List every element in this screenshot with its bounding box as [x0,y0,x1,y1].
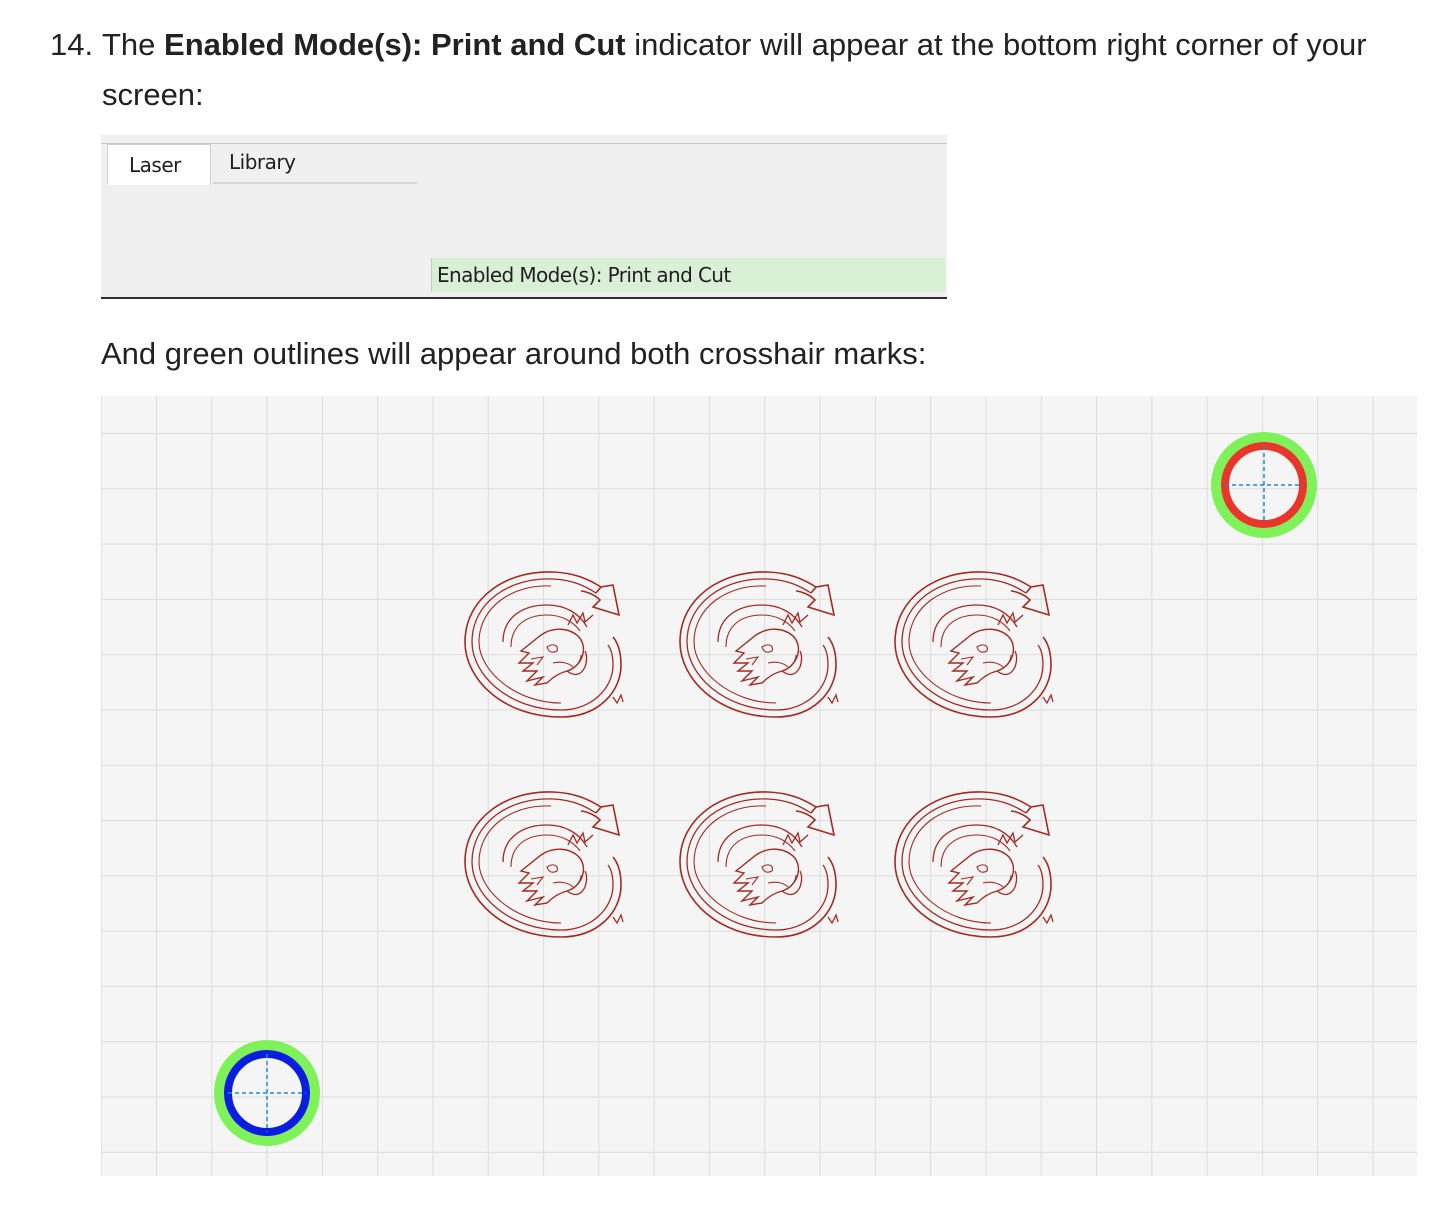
dragon-design[interactable] [677,786,839,938]
canvas-drawing [214,432,1317,1146]
dragon-design[interactable] [462,786,624,938]
step-text-after: indicator will appear at the bottom righ… [625,27,1367,62]
enabled-modes-indicator: Enabled Mode(s): Print and Cut [431,258,945,292]
dragon-design[interactable] [462,566,624,718]
dragon-design[interactable] [892,786,1054,938]
dragon-design[interactable] [892,566,1054,718]
registration-mark-bottom-left[interactable] [214,1040,320,1146]
tab-strip: Laser Library [101,143,947,185]
step-line-1: 14. The Enabled Mode(s): Print and Cut in… [50,20,1420,70]
step-text-continued: screen: [102,77,204,112]
step-number: 14. [50,27,94,62]
dragon-design[interactable] [677,566,839,718]
screenshot-canvas [101,396,1417,1176]
tab-library[interactable]: Library [213,144,417,184]
caption-text: And green outlines will appear around bo… [101,336,927,371]
dragon-designs [462,566,1054,938]
screenshot-bottom-panel: Laser Library Enabled Mode(s): Print and… [101,135,947,299]
step-text-before: The [102,27,165,62]
tab-laser[interactable]: Laser [107,144,211,185]
step-bold-text: Enabled Mode(s): Print and Cut [164,27,626,62]
step-14: 14. The Enabled Mode(s): Print and Cut in… [50,20,1420,120]
registration-mark-top-right[interactable] [1211,432,1317,538]
